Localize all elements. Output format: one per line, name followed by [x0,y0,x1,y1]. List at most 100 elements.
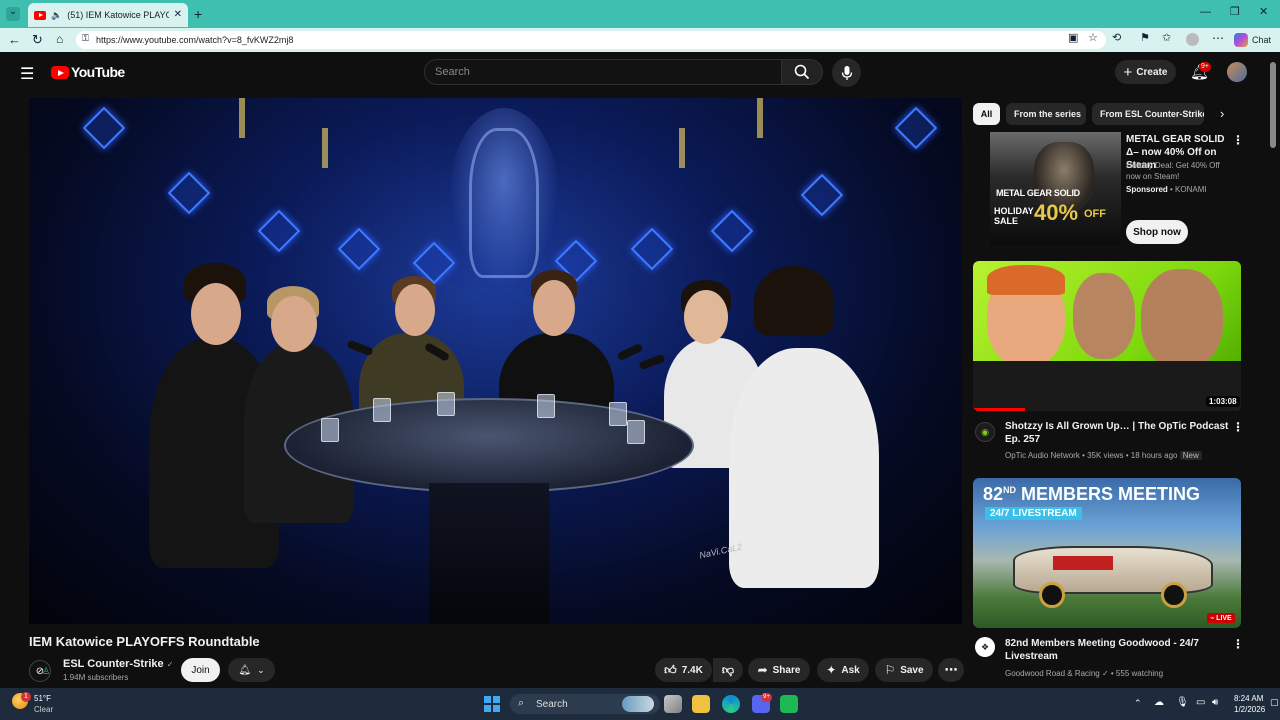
ask-label: Ask [841,664,860,676]
reader-view-icon[interactable]: ▣ [1068,33,1078,44]
microphone [616,342,644,362]
water-glass [627,420,645,444]
start-tile [493,705,500,712]
file-explorer-icon[interactable] [692,695,710,713]
wall-diamond [257,209,301,253]
tab-close-icon[interactable]: ✕ [174,10,182,20]
search-button[interactable] [781,59,823,85]
back-icon[interactable]: ← [8,33,21,46]
youtube-logo-icon[interactable] [51,66,69,79]
channel-name-text: ESL Counter-Strike [63,658,164,670]
microphone-tray-icon[interactable]: 🎙︎ [1176,697,1189,708]
save-label: Save [900,664,924,676]
onedrive-cloud-icon[interactable]: ☁ [1154,697,1164,708]
new-tab-icon[interactable]: + [194,7,202,21]
more-actions-button[interactable]: ⋯ [938,658,964,682]
favorite-star-icon[interactable]: ☆ [1088,33,1098,44]
pillar-light [757,98,763,138]
youtube-logo-text[interactable]: YouTube [71,64,125,80]
chip-from-esl[interactable]: From ESL Counter-Strike [1092,103,1204,125]
tab-title: (51) IEM Katowice PLAYOFFS R [67,10,168,20]
rec-2-viewers: 555 watching [1115,669,1164,678]
user-avatar[interactable] [1227,62,1247,82]
rec-1-channel-avatar[interactable]: ◉ [975,422,995,442]
ask-button[interactable]: ✦ Ask [817,658,869,682]
rec-2-thumbnail[interactable]: 82ND MEMBERS MEETING 24/7 LIVESTREAM ⌁ L… [973,478,1241,628]
race-car-wheel [1161,582,1187,608]
chips-next-icon[interactable]: › [1220,106,1224,121]
ad-advertiser: KONAMI [1175,185,1207,194]
restore-icon[interactable]: ❐ [1230,7,1240,18]
url-field[interactable]: ⚿ https://www.youtube.com/watch?v=8_fvKW… [76,31,1106,49]
display-tray-icon[interactable]: ▭ [1196,697,1205,708]
wall-diamond [710,209,754,253]
water-glass [537,394,555,418]
browser-tab-active[interactable]: 🔈 (51) IEM Katowice PLAYOFFS R ✕ [28,3,188,27]
create-button[interactable]: + Create [1115,60,1176,84]
home-icon[interactable]: ⌂ [56,33,63,45]
voice-search-button[interactable] [832,58,861,87]
ad-thumb-off: OFF [1084,208,1106,220]
share-button[interactable]: ➦ Share [748,658,810,682]
pinned-app-icon[interactable] [780,695,798,713]
ad-description: Holiday Deal: Get 40% Off now on Steam! [1126,161,1220,181]
extensions-icon[interactable]: ⟲ [1112,33,1121,44]
clock-date[interactable]: 1/2/2026 [1234,705,1265,714]
taskbar-search[interactable]: ⌕ Search [510,694,660,714]
dislike-button[interactable]: 👎︎ [713,658,743,682]
chip-from-the-series[interactable]: From the series [1006,103,1086,125]
hamburger-menu-icon[interactable]: ☰ [20,64,34,84]
page-scrollbar-thumb[interactable] [1270,62,1276,148]
rec-1-duration: 1:03:08 [1206,396,1240,407]
clock-time[interactable]: 8:24 AM [1234,694,1263,703]
speaker-icon[interactable]: 🔈 [51,10,62,20]
ad-shop-now-button[interactable]: Shop now [1126,220,1188,244]
rec-1-thumbnail[interactable]: 1:03:08 [973,261,1241,411]
rec-1-channel: OpTic Audio Network [1005,451,1080,460]
task-view-icon[interactable] [664,695,682,713]
edge-browser-icon[interactable] [722,695,740,713]
profile-icon[interactable] [1186,33,1199,46]
more-horizontal-icon: ⋯ [944,662,958,677]
subscription-bell-button[interactable]: 🔔︎ ⌄ [228,658,275,682]
ad-more-icon[interactable]: ⋮ [1232,133,1244,147]
ad-thumbnail[interactable]: METAL GEAR SOLID HOLIDAY SALE 40% OFF [990,132,1121,245]
show-hidden-icons-icon[interactable]: ⌃ [1134,698,1142,709]
weather-temperature[interactable]: 51°F [34,694,51,703]
rec-2-title[interactable]: 82nd Members Meeting Goodwood - 24/7 Liv… [1005,637,1229,663]
tab-actions-icon[interactable]: ⌄ [6,7,20,21]
video-player[interactable]: NaVi.CaL2 [29,98,962,624]
water-glass [321,418,339,442]
rec-1-title[interactable]: Shotzzy Is All Grown Up… | The OpTic Pod… [1005,420,1229,446]
chat-label[interactable]: Chat [1252,35,1271,45]
like-button[interactable]: 👍︎ 7.4K [655,658,712,682]
rec-2-more-icon[interactable]: ⋮ [1232,637,1244,651]
window-close-icon[interactable]: ✕ [1259,7,1268,18]
rec-2-channel-avatar[interactable]: ❖ [975,637,995,657]
verified-icon: ✓ [166,660,174,669]
save-button[interactable]: ⚐ Save [875,658,933,682]
thumbs-down-icon: 👎︎ [721,662,735,677]
windows-start-icon[interactable] [484,696,500,712]
weather-alert-badge: 1 [21,692,31,702]
favorites-icon[interactable]: ✩ [1162,33,1171,44]
site-info-icon[interactable]: ⚿ [82,34,89,43]
search-input[interactable]: Search [424,59,782,85]
search-highlight-icon [622,696,654,712]
minimize-icon[interactable]: — [1200,7,1211,18]
chip-all[interactable]: All [973,103,1000,125]
panelist-3-head [395,284,435,336]
notification-center-icon[interactable]: ▢ [1270,697,1279,708]
channel-name[interactable]: ESL Counter-Strike ✓ [63,658,173,670]
wall-diamond [894,106,938,150]
refresh-icon[interactable]: ↻ [32,33,43,46]
settings-more-icon[interactable]: ⋯ [1212,32,1224,44]
rec-1-progress [973,408,1025,411]
optic-logo-icon: ◉ [981,426,989,437]
copilot-icon[interactable] [1234,33,1248,47]
volume-icon[interactable]: 🔊︎ [1212,697,1218,708]
sparkle-icon: ✦ [826,663,837,677]
join-button[interactable]: Join [181,658,220,682]
rec-1-more-icon[interactable]: ⋮ [1232,420,1244,434]
browser-essentials-icon[interactable]: ⚑ [1140,33,1150,44]
